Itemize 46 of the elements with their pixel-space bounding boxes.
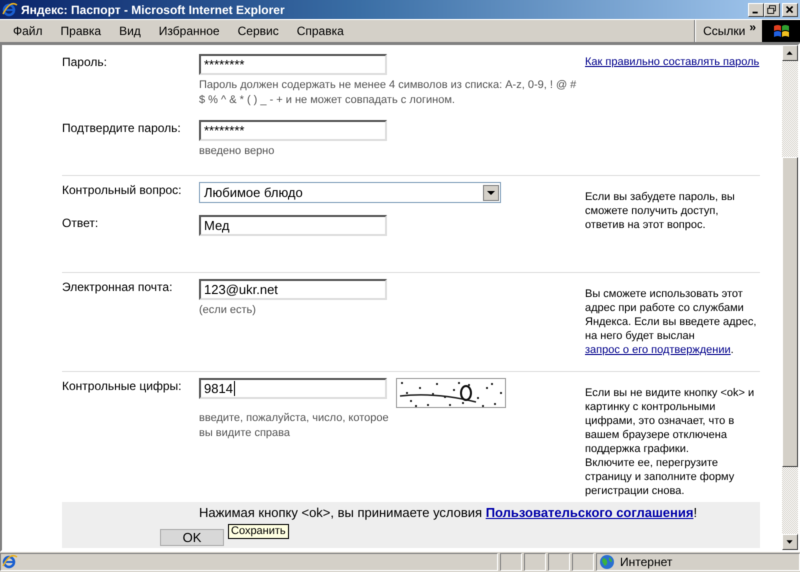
scroll-down-icon[interactable] [782, 534, 798, 550]
flag-icon [772, 22, 790, 40]
scroll-thumb[interactable] [782, 157, 798, 467]
input-field[interactable]: ******** [199, 54, 387, 75]
scrollbar[interactable] [782, 45, 798, 550]
restore-icon[interactable] [764, 2, 780, 16]
field-label: Контрольные цифры: [62, 378, 182, 395]
field-label: Ответ: [62, 215, 100, 232]
hint-text: Пароль должен содержать не менее 4 символов из списка: A-z, 0-9, ! @ # $ % ^ & * ( ) _ - + и не может совпадать с логином. [199, 78, 578, 108]
menu-item[interactable]: Справка [288, 24, 353, 38]
page-icon [2, 554, 18, 570]
link[interactable]: запрос о его подтверждении [585, 344, 731, 356]
hint-text: введено верно [199, 144, 276, 159]
input-field[interactable]: 123@ukr.net [199, 279, 387, 300]
window-title: Яндекс: Паспорт - Microsoft Internet Explorer [21, 2, 286, 16]
menu-item[interactable]: Сервис [228, 24, 288, 38]
field-label: Пароль: [62, 54, 108, 71]
field-label: Электронная почта: [62, 279, 174, 296]
globe-icon [599, 554, 615, 570]
input-field[interactable]: Мед [199, 215, 387, 236]
browser-icon [2, 2, 18, 18]
help-text: Если вы не видите кнопку <ok> и картинку с контрольными цифрами, это означает, что в вашем браузере отключена поддержка графики. Включите ее, перегрузите страницу и заполните форму регистрации снова. [585, 386, 756, 498]
input-field[interactable]: 9814 [199, 378, 387, 399]
link[interactable]: Пользовательского соглашения [486, 505, 694, 520]
menu-item[interactable]: Правка [52, 24, 110, 38]
hint-text: введите, пожалуйста, число, которое вы видите справа [199, 411, 389, 441]
minimize-icon[interactable] [748, 2, 764, 16]
tooltip: Сохранить [228, 524, 289, 539]
links-button[interactable]: Ссылки [703, 24, 746, 38]
link[interactable]: Как правильно составлять пароль [585, 55, 760, 69]
zone-label: Интернет [620, 555, 672, 569]
hint-text: (если есть) [199, 303, 257, 318]
field-label: Контрольный вопрос: [62, 182, 183, 199]
field-label: Подтвердите пароль: [62, 120, 182, 137]
help-text: Вы сможете использовать этот адрес при работе со службами Яндекса. Если вы введете адрес, на него будет выслан запрос о его подтверждении. [585, 287, 758, 357]
dropdown[interactable]: Любимое блюдо [199, 182, 501, 203]
menu-item[interactable]: Вид [110, 24, 150, 38]
menu-item[interactable]: Избранное [150, 24, 229, 38]
input-field[interactable]: ******** [199, 120, 387, 141]
ok-button[interactable]: OK [160, 529, 224, 546]
help-text: Если вы забудете пароль, вы сможете получить доступ, ответив на этот вопрос. [585, 190, 736, 232]
menu-item[interactable]: Файл [4, 24, 52, 38]
agreement-text: Нажимая кнопку <ok>, вы принимаете условия Пользовательского соглашения! [199, 506, 698, 520]
chevron-button[interactable]: » [749, 20, 756, 34]
close-icon[interactable] [782, 2, 798, 16]
scroll-up-icon[interactable] [782, 45, 798, 61]
